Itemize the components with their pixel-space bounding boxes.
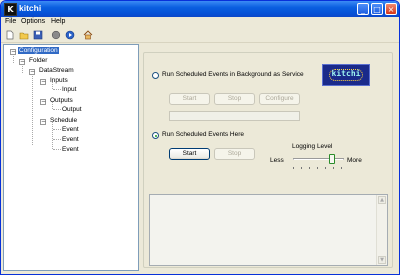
service-option-label[interactable]: Run Scheduled Events in Background as Se…	[162, 71, 304, 78]
title-bar[interactable]: K kitchi _ □ ×	[1, 1, 399, 17]
save-icon[interactable]	[33, 30, 43, 40]
menu-options[interactable]: Options	[21, 18, 45, 25]
slider-tick	[309, 167, 310, 169]
menu-file[interactable]: File	[5, 18, 16, 25]
slider-tick	[317, 167, 318, 169]
tree-node-inputs[interactable]: Inputs	[50, 77, 68, 84]
configuration-tree[interactable]: − Configuration − Folder − DataStream − …	[3, 44, 139, 271]
tree-node-schedule[interactable]: Schedule	[50, 117, 77, 124]
tree-line	[53, 109, 61, 110]
slider-tick	[333, 167, 334, 169]
slider-track	[293, 158, 344, 160]
local-run-radio[interactable]	[152, 132, 159, 139]
new-document-icon[interactable]	[5, 30, 15, 40]
record-icon[interactable]	[51, 30, 61, 40]
tree-line	[32, 72, 33, 145]
slider-tick	[301, 167, 302, 169]
collapse-icon[interactable]: −	[10, 49, 16, 55]
tree-node-event[interactable]: Event	[62, 136, 79, 143]
menu-help[interactable]: Help	[51, 18, 65, 25]
service-start-button[interactable]: Start	[169, 93, 210, 105]
slider-tick	[325, 167, 326, 169]
tree-node-event[interactable]: Event	[62, 126, 79, 133]
collapse-icon[interactable]: −	[40, 79, 46, 85]
log-output-area[interactable]: ▲ ▼	[149, 194, 388, 266]
tree-line	[53, 149, 61, 150]
collapse-icon[interactable]: −	[19, 59, 25, 65]
service-status-field[interactable]	[169, 111, 300, 121]
vertical-scrollbar[interactable]: ▲ ▼	[376, 195, 387, 265]
kitchi-logo: kitchi	[322, 64, 370, 86]
slider-tick	[293, 167, 294, 169]
collapse-icon[interactable]: −	[40, 119, 46, 125]
local-option-label[interactable]: Run Scheduled Events Here	[162, 131, 244, 138]
tree-line	[53, 89, 61, 90]
open-folder-icon[interactable]	[19, 30, 29, 40]
local-start-button[interactable]: Start	[169, 148, 210, 160]
logo-text: kitchi	[331, 69, 361, 78]
logging-more-label: More	[347, 157, 362, 164]
local-stop-button[interactable]: Stop	[214, 148, 255, 160]
slider-thumb[interactable]	[329, 154, 335, 164]
tree-line	[53, 139, 61, 140]
window-title: kitchi	[19, 3, 42, 13]
collapse-icon[interactable]: −	[29, 69, 35, 75]
minimize-icon[interactable]: _	[357, 3, 369, 15]
service-stop-button[interactable]: Stop	[214, 93, 255, 105]
tree-node-datastream[interactable]: DataStream	[39, 67, 74, 74]
scroll-down-icon[interactable]: ▼	[378, 256, 386, 264]
maximize-icon[interactable]: □	[371, 3, 383, 15]
service-radio[interactable]	[152, 72, 159, 79]
play-icon[interactable]	[65, 30, 75, 40]
tree-node-folder[interactable]: Folder	[29, 57, 47, 64]
app-icon: K	[4, 3, 17, 16]
service-configure-button[interactable]: Configure	[259, 93, 300, 105]
tree-node-configuration[interactable]: Configuration	[18, 47, 59, 54]
tree-node-event[interactable]: Event	[62, 146, 79, 153]
tree-node-input[interactable]: Input	[62, 86, 76, 93]
main-panel: Run Scheduled Events in Background as Se…	[141, 44, 397, 271]
toolbar	[1, 28, 399, 43]
tree-line	[53, 129, 61, 130]
app-window: K kitchi _ □ × File Options Help − Confi…	[0, 0, 400, 275]
collapse-icon[interactable]: −	[40, 99, 46, 105]
tree-line	[52, 122, 53, 149]
logging-level-label: Logging Level	[292, 143, 333, 150]
home-icon[interactable]	[83, 30, 93, 40]
menu-bar: File Options Help	[1, 17, 399, 28]
logging-less-label: Less	[270, 157, 284, 164]
tree-node-outputs[interactable]: Outputs	[50, 97, 73, 104]
scroll-up-icon[interactable]: ▲	[378, 196, 386, 204]
close-icon[interactable]: ×	[385, 3, 397, 15]
logging-level-slider[interactable]	[293, 154, 344, 174]
slider-tick	[341, 167, 342, 169]
tree-node-output[interactable]: Output	[62, 106, 82, 113]
